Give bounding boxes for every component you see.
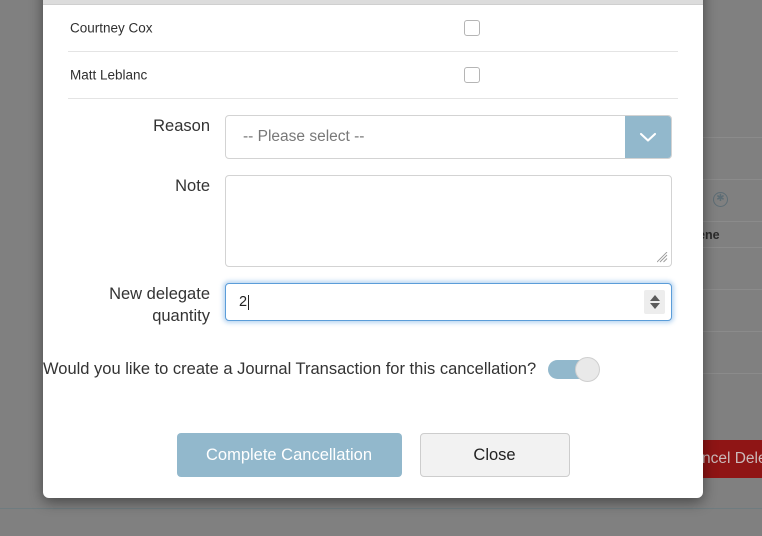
delegate-checkbox-courtney-cox[interactable]	[464, 20, 480, 36]
cancel-circle-icon[interactable]: ✱	[713, 192, 728, 207]
table-row	[694, 96, 762, 138]
table-row	[694, 138, 762, 180]
note-label: Note	[43, 175, 225, 197]
list-item[interactable]: Courtney Cox	[68, 5, 678, 52]
list-item[interactable]: Matt Leblanc	[68, 52, 678, 99]
background-table: ✱ Rene	[694, 96, 762, 374]
journal-transaction-row: Would you like to create a Journal Trans…	[43, 357, 703, 382]
quantity-value: 2	[239, 294, 247, 310]
reason-row: Reason -- Please select --	[43, 115, 703, 159]
close-button[interactable]: Close	[420, 433, 570, 477]
table-row	[694, 290, 762, 332]
quantity-label-line2: quantity	[43, 305, 210, 327]
stepper-up-icon[interactable]	[650, 295, 660, 301]
quantity-label: New delegate quantity	[43, 283, 225, 327]
journal-transaction-toggle[interactable]	[548, 357, 600, 382]
background-footer-strip	[0, 508, 762, 536]
modal-footer: Complete Cancellation Close	[43, 433, 703, 477]
table-row: ✱	[694, 180, 762, 222]
reason-select-value: -- Please select --	[226, 116, 625, 158]
toggle-knob[interactable]	[575, 357, 600, 382]
cancel-delegate-button[interactable]: ncel Dele	[700, 440, 762, 478]
table-header-row: Rene	[694, 222, 762, 248]
quantity-row: New delegate quantity 2	[43, 283, 703, 327]
text-cursor	[248, 295, 249, 310]
resize-grip-icon[interactable]	[657, 252, 668, 263]
journal-transaction-question: Would you like to create a Journal Trans…	[43, 360, 536, 379]
table-row	[694, 332, 762, 374]
quantity-stepper[interactable]	[644, 290, 665, 314]
reason-select[interactable]: -- Please select --	[225, 115, 672, 159]
complete-cancellation-button[interactable]: Complete Cancellation	[177, 433, 402, 477]
delegate-name: Matt Leblanc	[70, 68, 147, 83]
reason-label: Reason	[43, 115, 225, 137]
chevron-down-icon	[639, 132, 657, 143]
quantity-input[interactable]: 2	[225, 283, 672, 321]
reason-dropdown-button[interactable]	[625, 116, 671, 158]
table-row	[694, 248, 762, 290]
delegate-checkbox-matt-leblanc[interactable]	[464, 67, 480, 83]
note-textarea[interactable]	[225, 175, 672, 267]
quantity-label-line1: New delegate	[43, 283, 210, 305]
stepper-down-icon[interactable]	[650, 303, 660, 309]
cancellation-modal: Courtney Cox Matt Leblanc Reason -- Plea…	[43, 0, 703, 498]
note-row: Note	[43, 175, 703, 267]
delegate-name: Courtney Cox	[70, 21, 153, 36]
